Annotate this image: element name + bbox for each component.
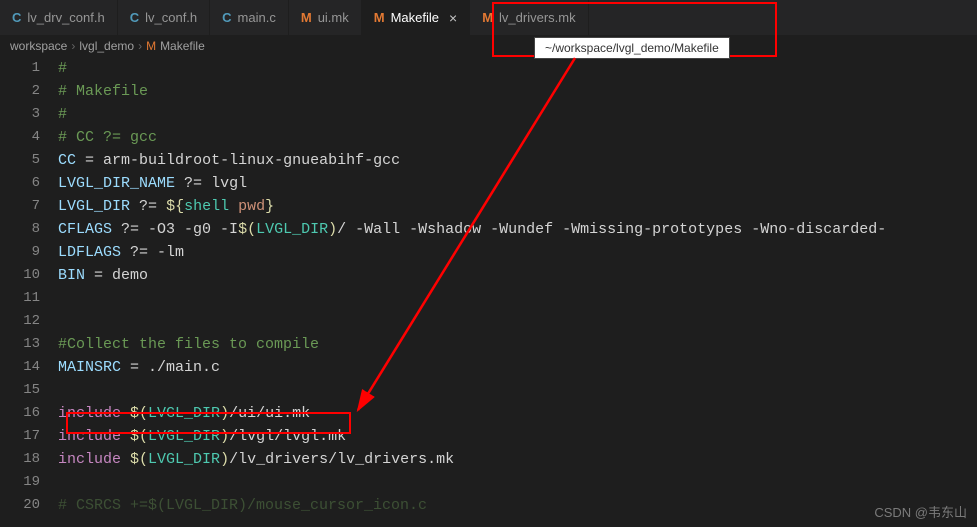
line-number: 17: [0, 425, 40, 448]
c-file-icon: C: [130, 10, 139, 25]
c-file-icon: C: [222, 10, 231, 25]
code-line[interactable]: # CSRCS +=$(LVGL_DIR)/mouse_cursor_icon.…: [58, 494, 977, 517]
line-number-gutter: 1234567891011121314151617181920: [0, 57, 58, 527]
breadcrumb-part[interactable]: workspace: [10, 39, 67, 53]
line-number: 19: [0, 471, 40, 494]
code-line[interactable]: LDFLAGS ?= -lm: [58, 241, 977, 264]
tab-label: ui.mk: [318, 10, 349, 25]
code-line[interactable]: [58, 310, 977, 333]
code-content[interactable]: ## Makefile## CC ?= gccCC = arm-buildroo…: [58, 57, 977, 527]
line-number: 12: [0, 310, 40, 333]
line-number: 20: [0, 494, 40, 517]
makefile-icon: M: [374, 10, 385, 25]
code-line[interactable]: # CC ?= gcc: [58, 126, 977, 149]
makefile-icon: M: [146, 39, 156, 53]
line-number: 3: [0, 103, 40, 126]
close-icon[interactable]: ×: [449, 10, 457, 26]
line-number: 16: [0, 402, 40, 425]
line-number: 14: [0, 356, 40, 379]
chevron-right-icon: ›: [71, 39, 75, 53]
code-line[interactable]: include $(LVGL_DIR)/ui/ui.mk: [58, 402, 977, 425]
code-line[interactable]: #: [58, 103, 977, 126]
line-number: 18: [0, 448, 40, 471]
code-line[interactable]: include $(LVGL_DIR)/lv_drivers/lv_driver…: [58, 448, 977, 471]
tab-main-c[interactable]: Cmain.c: [210, 0, 289, 35]
line-number: 15: [0, 379, 40, 402]
tab-makefile[interactable]: M Makefile ×: [362, 0, 470, 35]
tab-label: Makefile: [391, 10, 439, 25]
code-line[interactable]: [58, 379, 977, 402]
code-line[interactable]: #: [58, 57, 977, 80]
code-line[interactable]: CFLAGS ?= -O3 -g0 -I$(LVGL_DIR)/ -Wall -…: [58, 218, 977, 241]
line-number: 11: [0, 287, 40, 310]
code-line[interactable]: [58, 471, 977, 494]
tab-lv-conf-h[interactable]: Clv_conf.h: [118, 0, 210, 35]
code-line[interactable]: LVGL_DIR ?= ${shell pwd}: [58, 195, 977, 218]
c-file-icon: C: [12, 10, 21, 25]
editor-area[interactable]: 1234567891011121314151617181920 ## Makef…: [0, 57, 977, 527]
line-number: 13: [0, 333, 40, 356]
makefile-icon: M: [482, 10, 493, 25]
breadcrumb[interactable]: workspace › lvgl_demo › M Makefile: [0, 35, 977, 57]
code-line[interactable]: LVGL_DIR_NAME ?= lvgl: [58, 172, 977, 195]
code-line[interactable]: BIN = demo: [58, 264, 977, 287]
code-line[interactable]: #Collect the files to compile: [58, 333, 977, 356]
line-number: 1: [0, 57, 40, 80]
path-tooltip: ~/workspace/lvgl_demo/Makefile: [534, 37, 730, 59]
code-line[interactable]: CC = arm-buildroot-linux-gnueabihf-gcc: [58, 149, 977, 172]
code-line[interactable]: # Makefile: [58, 80, 977, 103]
breadcrumb-part[interactable]: lvgl_demo: [79, 39, 134, 53]
tab-bar: Clv_drv_conf.hClv_conf.hCmain.cMui.mkMMa…: [0, 0, 977, 35]
tab-label: main.c: [238, 10, 276, 25]
tab-lv-drv-conf-h[interactable]: Clv_drv_conf.h: [0, 0, 118, 35]
tab-label: lv_drivers.mk: [499, 10, 576, 25]
line-number: 4: [0, 126, 40, 149]
code-line[interactable]: include $(LVGL_DIR)/lvgl/lvgl.mk: [58, 425, 977, 448]
line-number: 6: [0, 172, 40, 195]
watermark: CSDN @韦东山: [874, 502, 967, 521]
line-number: 9: [0, 241, 40, 264]
makefile-icon: M: [301, 10, 312, 25]
line-number: 7: [0, 195, 40, 218]
code-line[interactable]: MAINSRC = ./main.c: [58, 356, 977, 379]
line-number: 2: [0, 80, 40, 103]
code-line[interactable]: [58, 287, 977, 310]
tab-lv-drivers-mk[interactable]: Mlv_drivers.mk: [470, 0, 588, 35]
chevron-right-icon: ›: [138, 39, 142, 53]
line-number: 10: [0, 264, 40, 287]
tab-label: lv_conf.h: [145, 10, 197, 25]
tab-label: lv_drv_conf.h: [27, 10, 104, 25]
line-number: 5: [0, 149, 40, 172]
line-number: 8: [0, 218, 40, 241]
breadcrumb-file[interactable]: Makefile: [160, 39, 205, 53]
tab-ui-mk[interactable]: Mui.mk: [289, 0, 362, 35]
